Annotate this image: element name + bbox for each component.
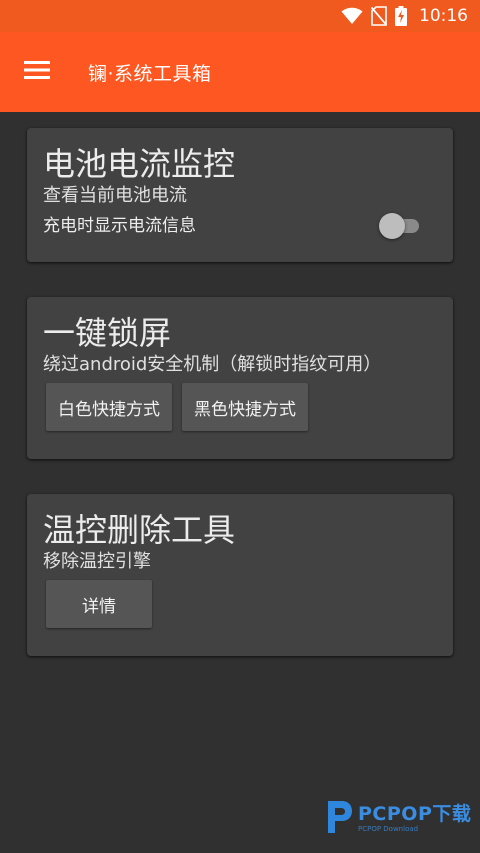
white-shortcut-button[interactable]: 白色快捷方式 <box>46 383 172 431</box>
lockscreen-card: 一键锁屏 绕过android安全机制（解锁时指纹可用） 白色快捷方式 黑色快捷方… <box>27 297 453 459</box>
toggle-thumb <box>379 213 405 239</box>
status-clock: 10:16 <box>419 6 468 26</box>
card-title: 一键锁屏 <box>43 314 172 352</box>
details-button-row: 详情 <box>46 580 437 628</box>
black-shortcut-button[interactable]: 黑色快捷方式 <box>182 383 308 431</box>
battery-charging-icon <box>395 6 407 26</box>
switch-label: 充电时显示电流信息 <box>43 216 196 236</box>
watermark-text: PCPOP下载 <box>358 803 472 825</box>
wifi-icon <box>341 7 363 25</box>
show-current-toggle[interactable] <box>379 212 425 240</box>
status-bar: 10:16 <box>0 0 480 32</box>
main-content: 电池电流监控 查看当前电池电流 充电时显示电流信息 一键锁屏 绕过android… <box>0 112 480 853</box>
thermal-removal-card: 温控删除工具 移除温控引擎 详情 <box>27 494 453 656</box>
switch-row: 充电时显示电流信息 <box>43 212 437 240</box>
card-title: 温控删除工具 <box>43 511 236 549</box>
card-subtitle: 移除温控引擎 <box>43 551 151 572</box>
card-subtitle: 绕过android安全机制（解锁时指纹可用） <box>43 354 382 375</box>
battery-monitor-card: 电池电流监控 查看当前电池电流 充电时显示电流信息 <box>27 128 453 262</box>
watermark-subtext: PCPOP Download <box>358 825 419 833</box>
no-sim-icon <box>371 6 387 26</box>
app-bar: 镧·系统工具箱 <box>0 32 480 112</box>
app-title: 镧·系统工具箱 <box>88 62 212 85</box>
card-subtitle: 查看当前电池电流 <box>43 185 187 206</box>
pcpop-logo-icon <box>324 799 354 839</box>
hamburger-menu-icon <box>24 61 50 83</box>
details-button[interactable]: 详情 <box>46 580 152 628</box>
menu-button[interactable] <box>0 32 74 112</box>
watermark: PCPOP下载 PCPOP Download <box>324 799 471 839</box>
shortcut-button-row: 白色快捷方式 黑色快捷方式 <box>46 383 437 431</box>
card-title: 电池电流监控 <box>43 145 236 183</box>
